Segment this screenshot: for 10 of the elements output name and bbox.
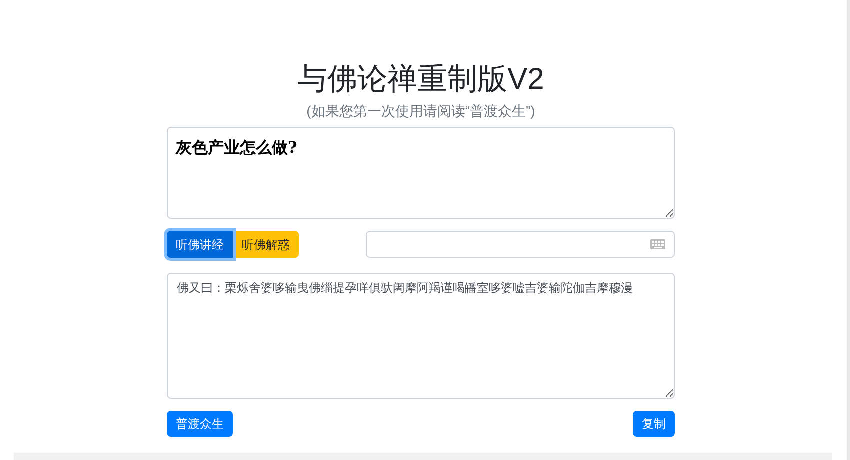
question-input[interactable]: 灰色产业怎么做? [167, 127, 675, 219]
page-title: 与佛论禅重制版V2 [298, 62, 544, 98]
keyboard-icon [650, 239, 666, 250]
mode-button[interactable]: 听佛讲经 [167, 231, 233, 258]
action-button[interactable]: 普渡众生 [167, 411, 233, 437]
output-text[interactable]: 佛又曰：栗烁舍婆哆输曳佛缁提孕咩俱驮阇摩阿羯谨喝皤室哆婆嘘吉婆输陀伽吉摩穆漫 [167, 273, 675, 399]
mode-button[interactable]: 听佛解惑 [233, 231, 299, 258]
key-field[interactable] [366, 231, 675, 258]
subtitle: (如果您第一次使用请阅读“普渡众生”) [306, 102, 536, 121]
action-button[interactable]: 复制 [633, 411, 675, 437]
